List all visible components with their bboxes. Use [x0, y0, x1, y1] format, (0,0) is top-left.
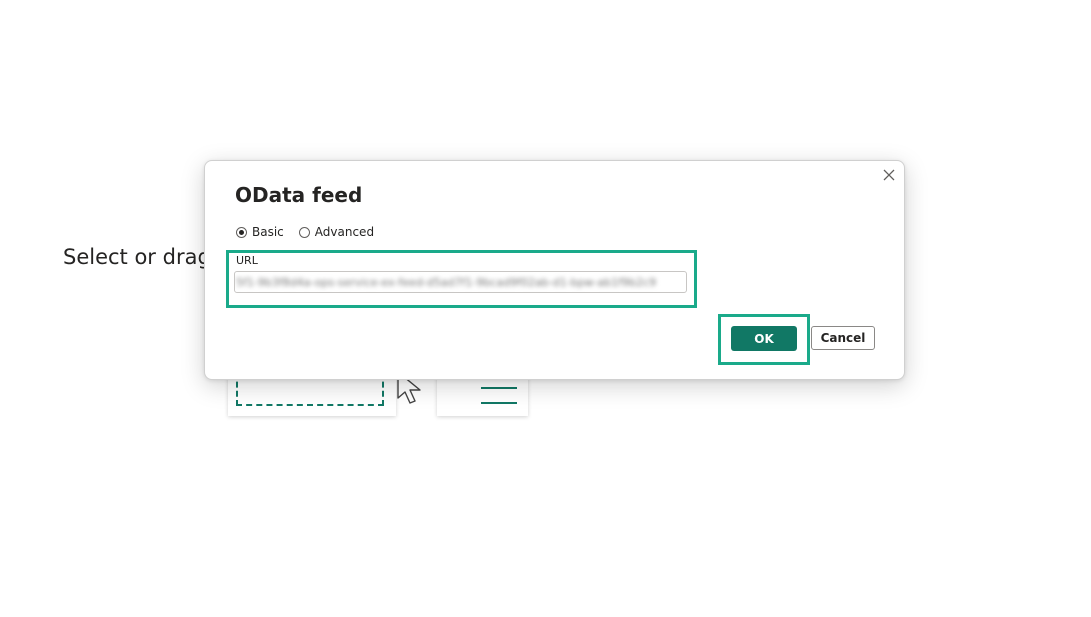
- url-highlight-box: [226, 250, 697, 308]
- mode-radio-group: Basic Advanced: [236, 225, 389, 239]
- radio-basic-label: Basic: [252, 225, 284, 239]
- radio-advanced-label: Advanced: [314, 225, 375, 239]
- radio-basic[interactable]: Basic: [236, 225, 284, 239]
- close-icon[interactable]: [881, 167, 897, 183]
- radio-unchecked-icon[interactable]: [298, 226, 310, 238]
- list-line-icon: [481, 387, 517, 389]
- ok-button[interactable]: OK: [731, 326, 797, 351]
- odata-feed-dialog: OData feed Basic Advanced URL 5f1-9b3f8d…: [204, 160, 905, 380]
- select-or-drag-text: Select or drag: [63, 245, 211, 269]
- cancel-button[interactable]: Cancel: [811, 326, 875, 350]
- app-canvas: Select or drag OData feed Basic Advanced: [0, 0, 1091, 617]
- radio-advanced[interactable]: Advanced: [298, 225, 375, 239]
- list-line-icon: [481, 402, 517, 404]
- dialog-title: OData feed: [235, 183, 363, 207]
- radio-checked-icon[interactable]: [236, 226, 247, 238]
